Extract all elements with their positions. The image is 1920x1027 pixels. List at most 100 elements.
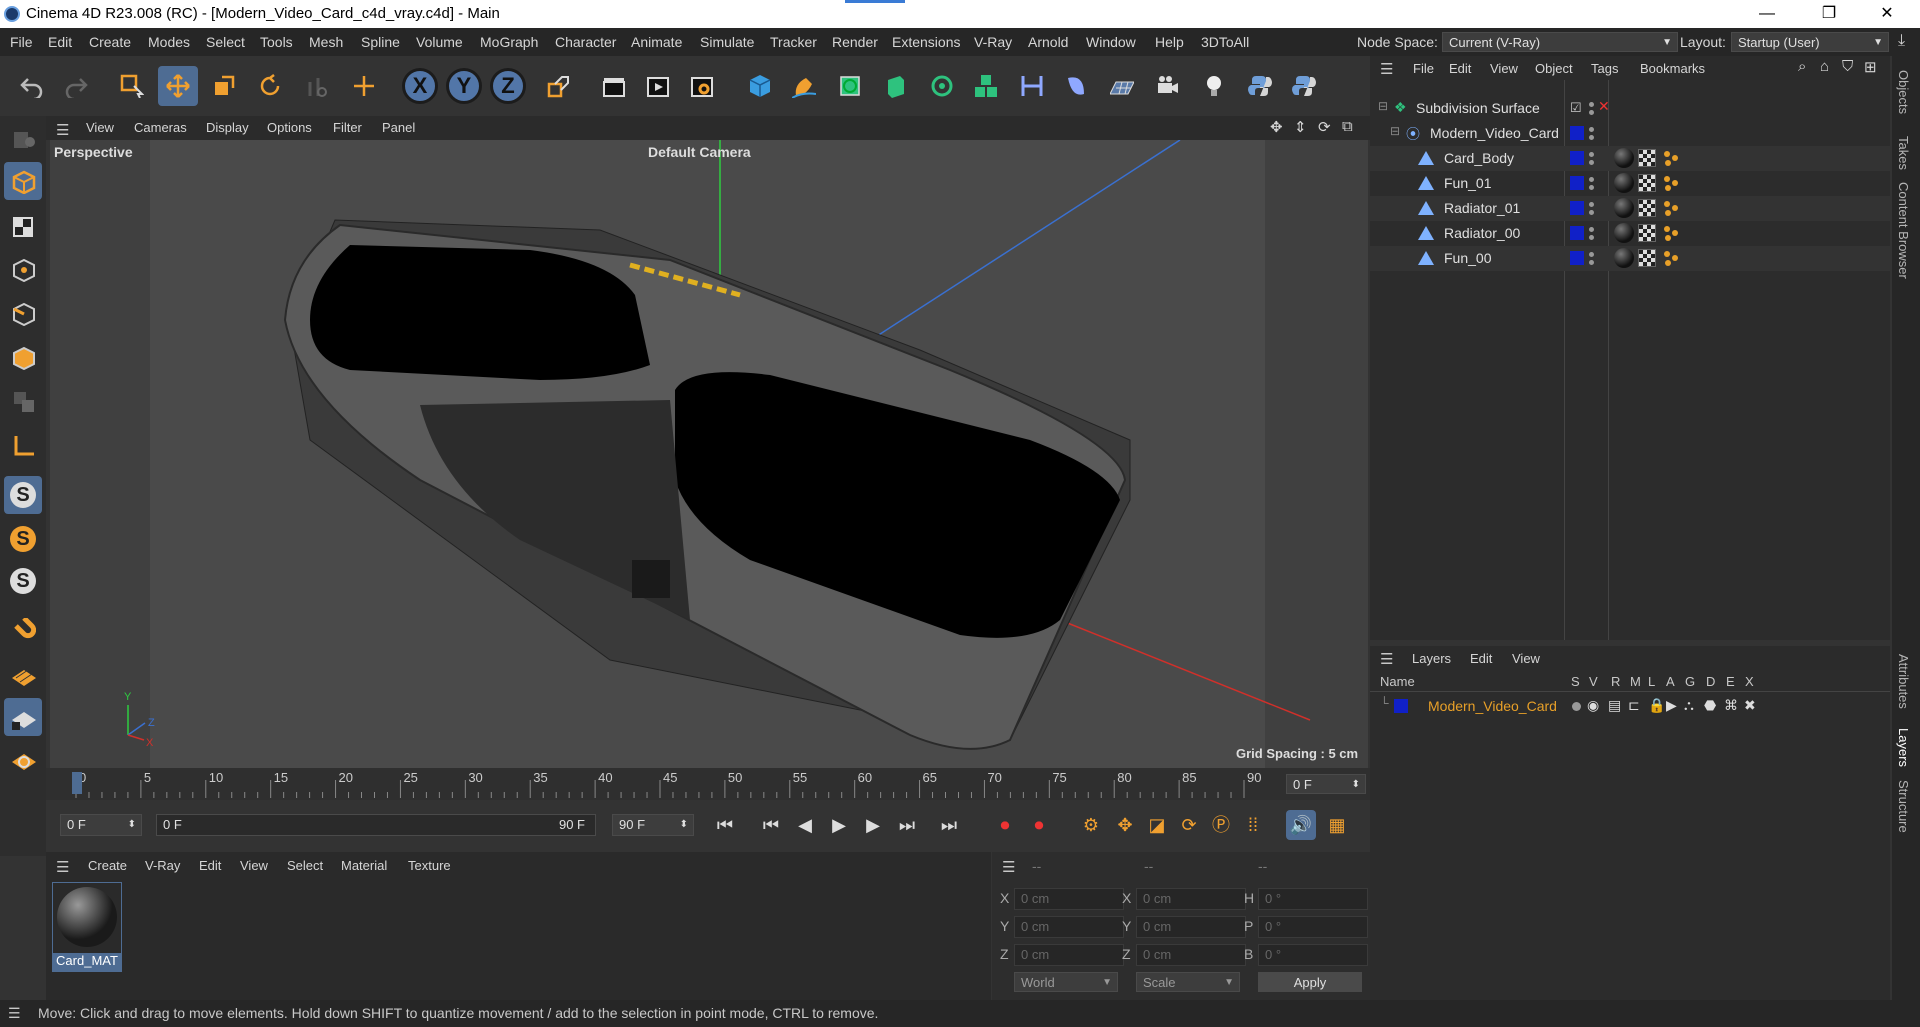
- menu-mesh[interactable]: Mesh: [309, 34, 343, 50]
- symmetry-button[interactable]: S: [4, 562, 42, 600]
- vp-menu-display[interactable]: Display: [206, 120, 249, 135]
- lm-menu-view[interactable]: View: [1512, 651, 1540, 666]
- key-parameter-button[interactable]: Ⓟ: [1206, 810, 1236, 840]
- col-expressions[interactable]: E: [1726, 674, 1735, 689]
- layer-expression-icon[interactable]: ⌘: [1724, 697, 1738, 714]
- menu-vray[interactable]: V-Ray: [974, 34, 1012, 50]
- menu-character[interactable]: Character: [555, 34, 616, 50]
- close-button[interactable]: ✕: [1864, 2, 1910, 26]
- recent-tool-button[interactable]: [296, 66, 336, 106]
- polygon-mode-button[interactable]: [4, 338, 42, 376]
- hamburger-icon[interactable]: ☰: [1380, 650, 1393, 668]
- scale-tool-button[interactable]: [204, 66, 244, 106]
- timeline-window-button[interactable]: ▦: [1322, 810, 1352, 840]
- new-window-icon[interactable]: ⊞: [1864, 58, 1877, 76]
- disable-x-icon[interactable]: ✕: [1598, 98, 1610, 115]
- object-row-fun-00[interactable]: Fun_00: [1370, 246, 1890, 271]
- collapse-icon[interactable]: ⊟: [1378, 99, 1388, 113]
- filter-icon[interactable]: ⛉: [1842, 58, 1853, 75]
- python-button-2[interactable]: [1284, 66, 1324, 106]
- editor-visibility-dot[interactable]: [1589, 127, 1594, 132]
- pos-z-field[interactable]: 0 cm: [1014, 944, 1124, 966]
- layer-color-swatch[interactable]: [1570, 201, 1584, 215]
- om-menu-object[interactable]: Object: [1535, 61, 1573, 76]
- next-key-button[interactable]: ⏭: [892, 810, 922, 840]
- material-tag-icon[interactable]: [1614, 223, 1634, 243]
- uvw-tag-icon[interactable]: [1638, 149, 1656, 167]
- layer-row-modern-video-card[interactable]: └ Modern_Video_Card ◉ ▤ ⊏ 🔒 ▶ ⛬ ⬣ ⌘ ✖: [1370, 694, 1890, 719]
- current-frame-field[interactable]: 0 F ⬍: [1286, 774, 1366, 794]
- hamburger-icon[interactable]: ☰: [8, 1005, 21, 1022]
- layer-lock-icon[interactable]: 🔒: [1648, 697, 1665, 714]
- pos-x-field[interactable]: 0 cm: [1014, 888, 1124, 910]
- subdivision-button[interactable]: [830, 66, 870, 106]
- menu-3dtoall[interactable]: 3DToAll: [1201, 34, 1249, 50]
- layer-color-swatch[interactable]: [1570, 251, 1584, 265]
- layer-color-swatch[interactable]: [1570, 126, 1584, 140]
- material-tag-icon[interactable]: [1614, 198, 1634, 218]
- lm-menu-edit[interactable]: Edit: [1470, 651, 1492, 666]
- texture-mode-button[interactable]: [4, 206, 42, 244]
- editor-visibility-dot[interactable]: [1589, 177, 1594, 182]
- render-visibility-dot[interactable]: [1589, 110, 1594, 115]
- search-icon[interactable]: ⌕: [1798, 58, 1806, 75]
- layer-xref-icon[interactable]: ✖: [1744, 697, 1756, 714]
- go-to-start-button[interactable]: ⏮: [710, 810, 740, 840]
- uvw-tag-icon[interactable]: [1638, 199, 1656, 217]
- uv-mode-button[interactable]: [4, 382, 42, 420]
- layout-pin-icon[interactable]: ⤓: [1898, 32, 1905, 50]
- menu-create[interactable]: Create: [89, 34, 131, 50]
- pen-spline-button[interactable]: [784, 66, 824, 106]
- prev-frame-button[interactable]: ◀: [790, 810, 820, 840]
- menu-arnold[interactable]: Arnold: [1028, 34, 1068, 50]
- menu-file[interactable]: File: [10, 34, 33, 50]
- layer-visible-eye-icon[interactable]: ◉: [1587, 697, 1599, 714]
- object-row-subdivision[interactable]: ⊟ ❖ Subdivision Surface ☑ ✕: [1370, 96, 1890, 121]
- rot-p-field[interactable]: 0 °: [1258, 916, 1368, 938]
- start-frame-field[interactable]: 0 F ⬍: [60, 814, 142, 836]
- move-tool-button[interactable]: [158, 66, 198, 106]
- render-visibility-dot[interactable]: [1589, 260, 1594, 265]
- collapse-icon[interactable]: ⊟: [1390, 124, 1400, 138]
- menu-window[interactable]: Window: [1086, 34, 1136, 50]
- size-x-field[interactable]: 0 cm: [1136, 888, 1246, 910]
- render-visibility-dot[interactable]: [1589, 235, 1594, 240]
- motion-system-button[interactable]: 🔊: [1286, 810, 1316, 840]
- vp-pan-icon[interactable]: ✥: [1270, 118, 1283, 136]
- menu-modes[interactable]: Modes: [148, 34, 190, 50]
- key-scale-button[interactable]: ◪: [1142, 810, 1172, 840]
- y-axis-toggle[interactable]: Y: [446, 68, 482, 104]
- vray-tag-icon[interactable]: [1662, 174, 1680, 192]
- hamburger-icon[interactable]: ☰: [56, 858, 69, 876]
- menu-mograph[interactable]: MoGraph: [480, 34, 538, 50]
- coordinate-space-dropdown[interactable]: World ▼: [1014, 972, 1118, 992]
- mat-menu-vray[interactable]: V-Ray: [145, 858, 180, 873]
- render-visibility-dot[interactable]: [1589, 135, 1594, 140]
- mat-menu-view[interactable]: View: [240, 858, 268, 873]
- vp-menu-view[interactable]: View: [86, 120, 114, 135]
- object-row-radiator-00[interactable]: Radiator_00: [1370, 221, 1890, 246]
- col-render[interactable]: R: [1611, 674, 1620, 689]
- camera-label[interactable]: Default Camera: [648, 144, 751, 160]
- point-mode-button[interactable]: [4, 250, 42, 288]
- key-pla-button[interactable]: ⁞⁞: [1238, 810, 1268, 840]
- play-button[interactable]: ▶: [824, 810, 854, 840]
- key-position-button[interactable]: ✥: [1110, 810, 1140, 840]
- cloner-button[interactable]: [922, 66, 962, 106]
- redo-button[interactable]: [56, 66, 96, 106]
- snap-s-button[interactable]: S: [4, 476, 42, 514]
- floor-button[interactable]: [1102, 66, 1142, 106]
- node-space-dropdown[interactable]: Current (V-Ray) ▼: [1442, 32, 1678, 52]
- editor-visibility-dot[interactable]: [1589, 202, 1594, 207]
- light-button[interactable]: [1194, 66, 1234, 106]
- menu-tracker[interactable]: Tracker: [770, 34, 817, 50]
- mat-menu-texture[interactable]: Texture: [408, 858, 451, 873]
- object-row-radiator-01[interactable]: Radiator_01: [1370, 196, 1890, 221]
- menu-tools[interactable]: Tools: [260, 34, 293, 50]
- field-button[interactable]: [1056, 66, 1096, 106]
- mograph-button[interactable]: [966, 66, 1006, 106]
- col-locked[interactable]: L: [1648, 674, 1655, 689]
- python-button-1[interactable]: [1240, 66, 1280, 106]
- object-row-modern-video-card[interactable]: ⊟ ⦿ Modern_Video_Card: [1370, 121, 1890, 146]
- menu-spline[interactable]: Spline: [361, 34, 400, 50]
